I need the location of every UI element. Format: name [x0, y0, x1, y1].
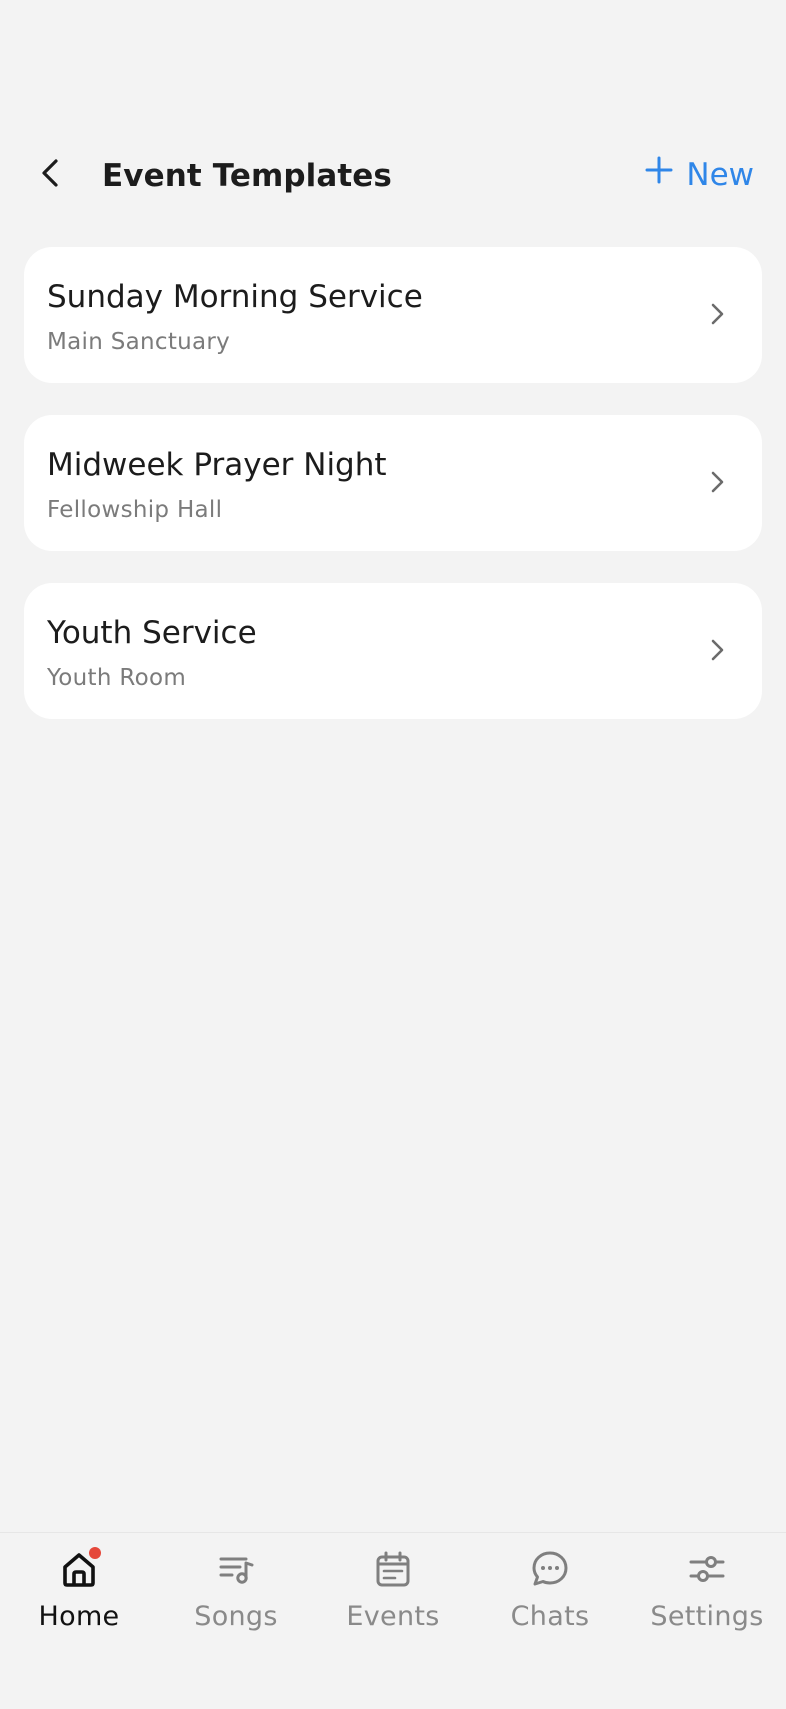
chevron-right-icon: [702, 299, 732, 329]
event-templates-screen: Event Templates New Sunday Morning Servi…: [0, 0, 786, 1709]
template-location: Fellowship Hall: [47, 497, 223, 523]
page-title: Event Templates: [102, 158, 392, 194]
template-list: Sunday Morning Service Main Sanctuary Mi…: [24, 247, 762, 751]
chat-bubble-icon: [528, 1547, 572, 1591]
nav-label: Chats: [510, 1601, 590, 1632]
chevron-right-icon: [702, 467, 732, 497]
nav-events[interactable]: Events: [318, 1547, 468, 1657]
notification-badge: [89, 1547, 101, 1559]
calendar-icon: [371, 1547, 415, 1591]
template-name: Youth Service: [47, 615, 257, 651]
back-button[interactable]: [26, 150, 76, 200]
chevron-left-icon: [38, 158, 64, 192]
nav-settings[interactable]: Settings: [632, 1547, 782, 1657]
template-card-sunday-morning-service[interactable]: Sunday Morning Service Main Sanctuary: [24, 247, 762, 383]
home-icon: [57, 1547, 101, 1591]
nav-songs[interactable]: Songs: [161, 1547, 311, 1657]
nav-label: Home: [38, 1601, 120, 1632]
template-name: Midweek Prayer Night: [47, 447, 387, 483]
new-label: New: [686, 157, 754, 193]
new-template-button[interactable]: New: [644, 152, 754, 198]
template-name: Sunday Morning Service: [47, 279, 423, 315]
template-card-youth-service[interactable]: Youth Service Youth Room: [24, 583, 762, 719]
sliders-icon: [685, 1547, 729, 1591]
template-location: Main Sanctuary: [47, 329, 231, 355]
nav-label: Events: [346, 1601, 440, 1632]
plus-icon: [644, 153, 674, 197]
nav-chats[interactable]: Chats: [475, 1547, 625, 1657]
template-card-midweek-prayer-night[interactable]: Midweek Prayer Night Fellowship Hall: [24, 415, 762, 551]
header: Event Templates New: [0, 130, 786, 222]
template-location: Youth Room: [47, 665, 187, 691]
nav-home[interactable]: Home: [4, 1547, 154, 1657]
bottom-nav: Home Songs Events Chats Settings: [0, 1532, 786, 1709]
nav-label: Songs: [194, 1601, 278, 1632]
chevron-right-icon: [702, 635, 732, 665]
song-list-icon: [214, 1547, 258, 1591]
nav-label: Settings: [650, 1601, 764, 1632]
